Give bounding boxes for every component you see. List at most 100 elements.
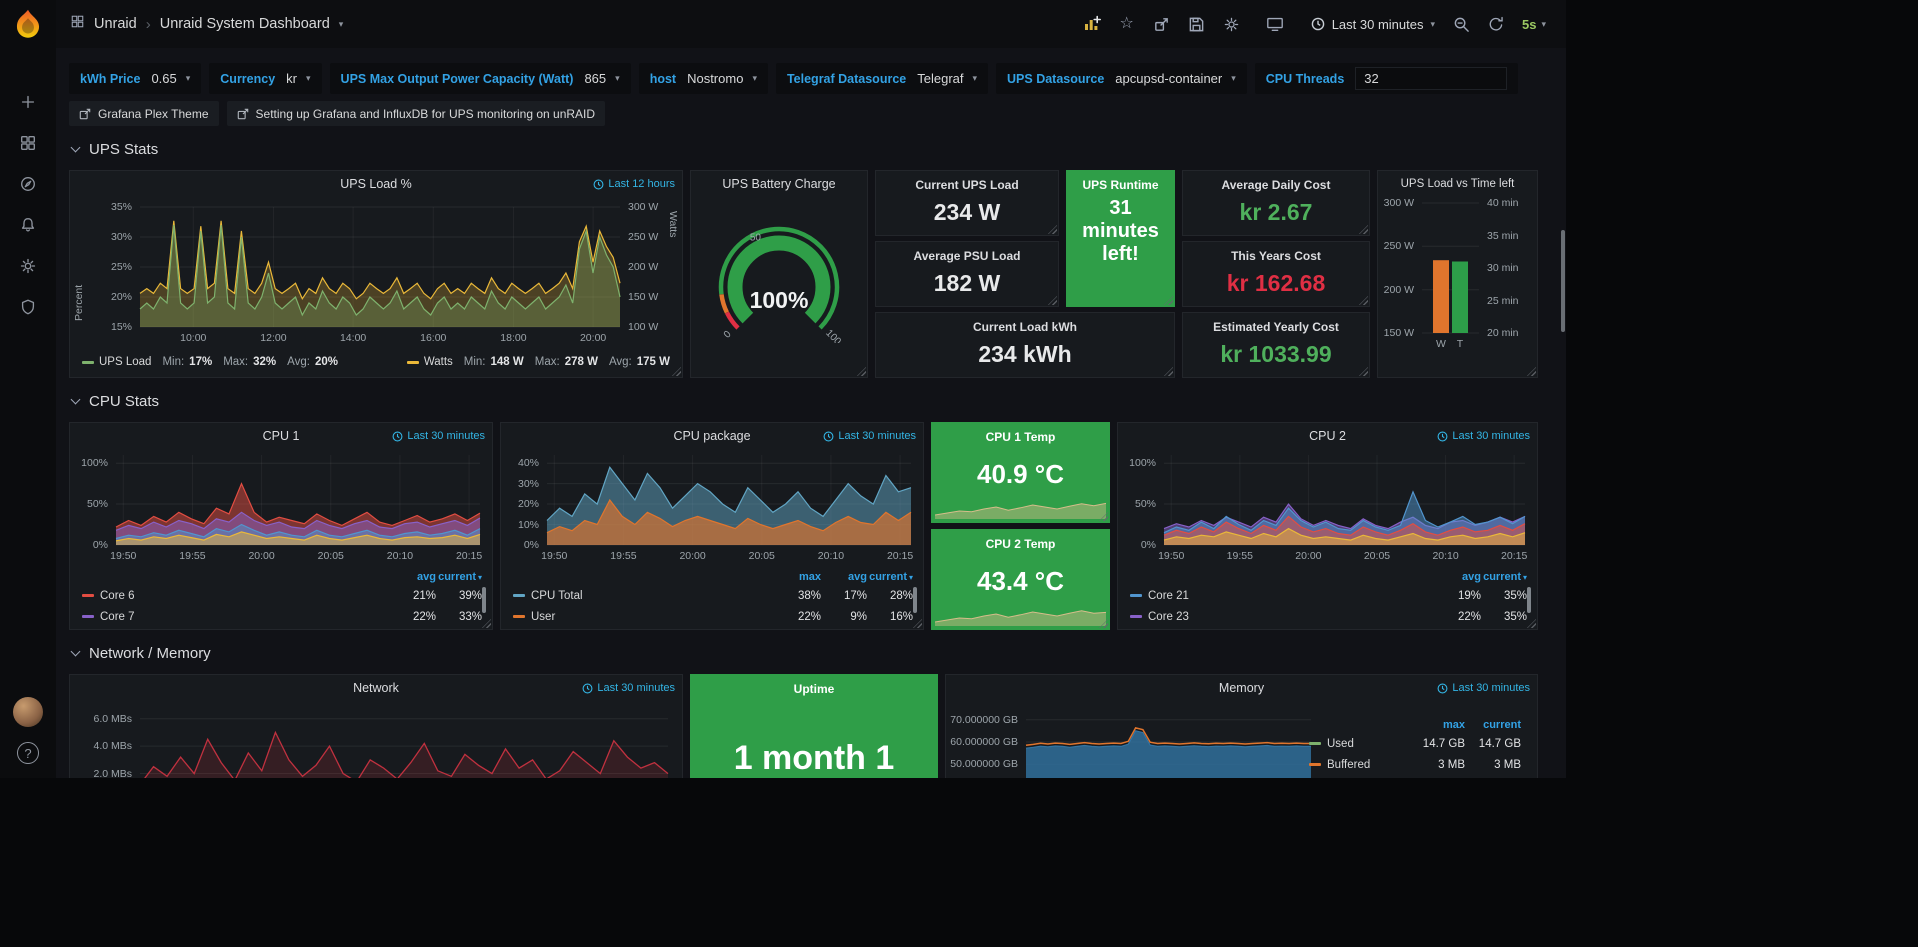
panel-title[interactable]: UPS Load vs Time left <box>1378 171 1537 197</box>
legend-row: Core 2119%35% <box>1130 585 1527 606</box>
link-ups-monitoring-guide[interactable]: Setting up Grafana and InfluxDB for UPS … <box>227 101 606 126</box>
refresh-interval-picker[interactable]: 5s ▾ <box>1522 17 1546 32</box>
server-admin-shield-icon[interactable] <box>18 297 38 317</box>
time-range-picker[interactable]: Last 30 minutes ▾ <box>1311 17 1435 32</box>
variable-ups-datasource[interactable]: UPS Datasourceapcupsd-container▾ <box>996 63 1247 94</box>
configuration-gear-icon[interactable] <box>18 256 38 276</box>
help-icon[interactable]: ? <box>17 742 39 764</box>
legend-header: maxcurrent <box>1309 717 1521 733</box>
panel-title[interactable]: This Years Cost <box>1183 242 1369 263</box>
panel-time-badge[interactable]: Last 30 minutes <box>1437 682 1530 694</box>
create-plus-icon[interactable] <box>18 92 38 112</box>
settings-gear-icon[interactable] <box>1223 15 1241 33</box>
apps-grid-icon[interactable] <box>70 14 85 34</box>
legend-scrollbar[interactable] <box>1527 587 1531 613</box>
panel-resize-handle[interactable] <box>1164 296 1173 305</box>
clock-icon <box>593 179 604 190</box>
user-avatar[interactable] <box>13 697 43 727</box>
grafana-logo[interactable] <box>11 8 45 42</box>
panel-resize-handle[interactable] <box>1359 367 1368 376</box>
panel-time-badge[interactable]: Last 30 minutes <box>392 430 485 442</box>
save-icon[interactable] <box>1188 15 1206 33</box>
panel-resize-handle[interactable] <box>1527 367 1536 376</box>
panel-resize-handle[interactable] <box>857 367 866 376</box>
legend-header: maxavgcurrent <box>513 569 913 585</box>
chevron-down-icon <box>71 395 81 405</box>
share-icon[interactable] <box>1153 15 1171 33</box>
ups-load-chart[interactable]: 35%30%25%20%15%300 W250 W200 W150 W100 W… <box>140 207 620 327</box>
section-cpu-stats[interactable]: CPU Stats <box>72 393 159 410</box>
variable-kwh-price[interactable]: kWh Price0.65▾ <box>69 63 201 94</box>
legend-scrollbar[interactable] <box>482 587 486 613</box>
add-panel-icon[interactable] <box>1083 15 1101 33</box>
battery-gauge[interactable]: 050100 <box>691 211 867 351</box>
panel-title[interactable]: CPU 2 Temp <box>932 530 1109 551</box>
variable-currency[interactable]: Currencykr▾ <box>209 63 321 94</box>
refresh-interval-label: 5s <box>1522 17 1536 32</box>
series-marker <box>1309 742 1321 745</box>
cpu2-chart[interactable]: 100%50%0%19:5019:5520:0020:0520:1020:15 <box>1164 455 1525 545</box>
cycle-view-monitor-icon[interactable] <box>1266 15 1284 33</box>
panel-resize-handle[interactable] <box>672 367 681 376</box>
breadcrumb-app[interactable]: Unraid <box>94 16 137 32</box>
panel-time-badge[interactable]: Last 30 minutes <box>582 682 675 694</box>
panel-resize-handle[interactable] <box>1164 367 1173 376</box>
network-chart[interactable]: 6.0 MBs4.0 MBs2.0 MBs <box>140 705 668 778</box>
panel-title[interactable]: Average Daily Cost <box>1183 171 1369 192</box>
stat-value: 43.4 °C <box>932 566 1109 597</box>
variable-telegraf-datasource[interactable]: Telegraf DatasourceTelegraf▾ <box>776 63 988 94</box>
variable-ups-max-output[interactable]: UPS Max Output Power Capacity (Watt)865▾ <box>330 63 631 94</box>
chevron-down-icon: ▾ <box>1231 74 1236 83</box>
panel-title[interactable]: UPS Load % <box>70 171 682 197</box>
page-scrollbar[interactable] <box>1561 230 1565 332</box>
cpu-threads-input[interactable]: 32 <box>1355 67 1507 90</box>
variable-host[interactable]: hostNostromo▾ <box>639 63 768 94</box>
panel-title[interactable]: Uptime <box>691 675 937 696</box>
panel-resize-handle[interactable] <box>1048 225 1057 234</box>
panel-title[interactable]: Estimated Yearly Cost <box>1183 313 1369 334</box>
zoom-out-icon[interactable] <box>1452 15 1470 33</box>
panel-time-badge[interactable]: Last 30 minutes <box>823 430 916 442</box>
panel-title[interactable]: Average PSU Load <box>876 242 1058 263</box>
panel-title[interactable]: CPU 1 Temp <box>932 423 1109 444</box>
section-network-memory[interactable]: Network / Memory <box>72 645 211 662</box>
link-grafana-plex-theme[interactable]: Grafana Plex Theme <box>69 101 219 126</box>
legend-watts[interactable]: Watts Min:148 W Max:278 W Avg:175 W <box>407 356 670 368</box>
panel-title[interactable]: Current Load kWh <box>876 313 1174 334</box>
explore-compass-icon[interactable] <box>18 174 38 194</box>
series-marker <box>82 615 94 618</box>
panel-resize-handle[interactable] <box>1048 296 1057 305</box>
clock-icon <box>1437 683 1448 694</box>
panel-title[interactable]: UPS Runtime <box>1067 171 1174 192</box>
series-marker <box>1309 763 1321 766</box>
alerting-bell-icon[interactable] <box>18 215 38 235</box>
memory-legend-table: maxcurrent Used14.7 GB14.7 GB Buffered3 … <box>1309 717 1521 775</box>
panel-resize-handle[interactable] <box>1527 619 1536 628</box>
panel-resize-handle[interactable] <box>1359 225 1368 234</box>
star-icon[interactable]: ☆ <box>1118 15 1136 33</box>
dashboards-icon[interactable] <box>18 133 38 153</box>
legend-scrollbar[interactable] <box>913 587 917 613</box>
panel-ups-runtime: UPS Runtime 31 minutes left! <box>1066 170 1175 307</box>
section-ups-stats[interactable]: UPS Stats <box>72 141 158 158</box>
breadcrumb-separator-icon: › <box>146 16 151 33</box>
cpu1-chart[interactable]: 100%50%0%19:5019:5520:0020:0520:1020:15 <box>116 455 480 545</box>
panel-title[interactable]: Current UPS Load <box>876 171 1058 192</box>
refresh-icon[interactable] <box>1487 15 1505 33</box>
clock-icon <box>1437 431 1448 442</box>
panel-ups-battery-charge: UPS Battery Charge 050100 100% <box>690 170 868 378</box>
cpu-package-chart[interactable]: 40%30%20%10%0%19:5019:5520:0020:0520:102… <box>547 455 911 545</box>
panel-title[interactable]: UPS Battery Charge <box>691 171 867 197</box>
stat-value: kr 1033.99 <box>1183 341 1369 368</box>
sidebar-bottom: ? <box>0 697 56 764</box>
panel-resize-handle[interactable] <box>913 619 922 628</box>
panel-resize-handle[interactable] <box>482 619 491 628</box>
load-vs-time-chart[interactable]: 300 W250 W200 W150 W40 min35 min30 min25… <box>1422 203 1479 333</box>
panel-time-badge[interactable]: Last 12 hours <box>593 178 675 190</box>
chevron-down-icon[interactable]: ▾ <box>339 20 344 29</box>
panel-time-badge[interactable]: Last 30 minutes <box>1437 430 1530 442</box>
memory-chart[interactable]: 70.000000 GB60.000000 GB50.000000 GB <box>1026 713 1311 778</box>
panel-resize-handle[interactable] <box>1359 296 1368 305</box>
legend-ups-load[interactable]: UPS Load Min:17% Max:32% Avg:20% <box>82 356 338 368</box>
dashboard-title[interactable]: Unraid System Dashboard <box>160 16 330 32</box>
